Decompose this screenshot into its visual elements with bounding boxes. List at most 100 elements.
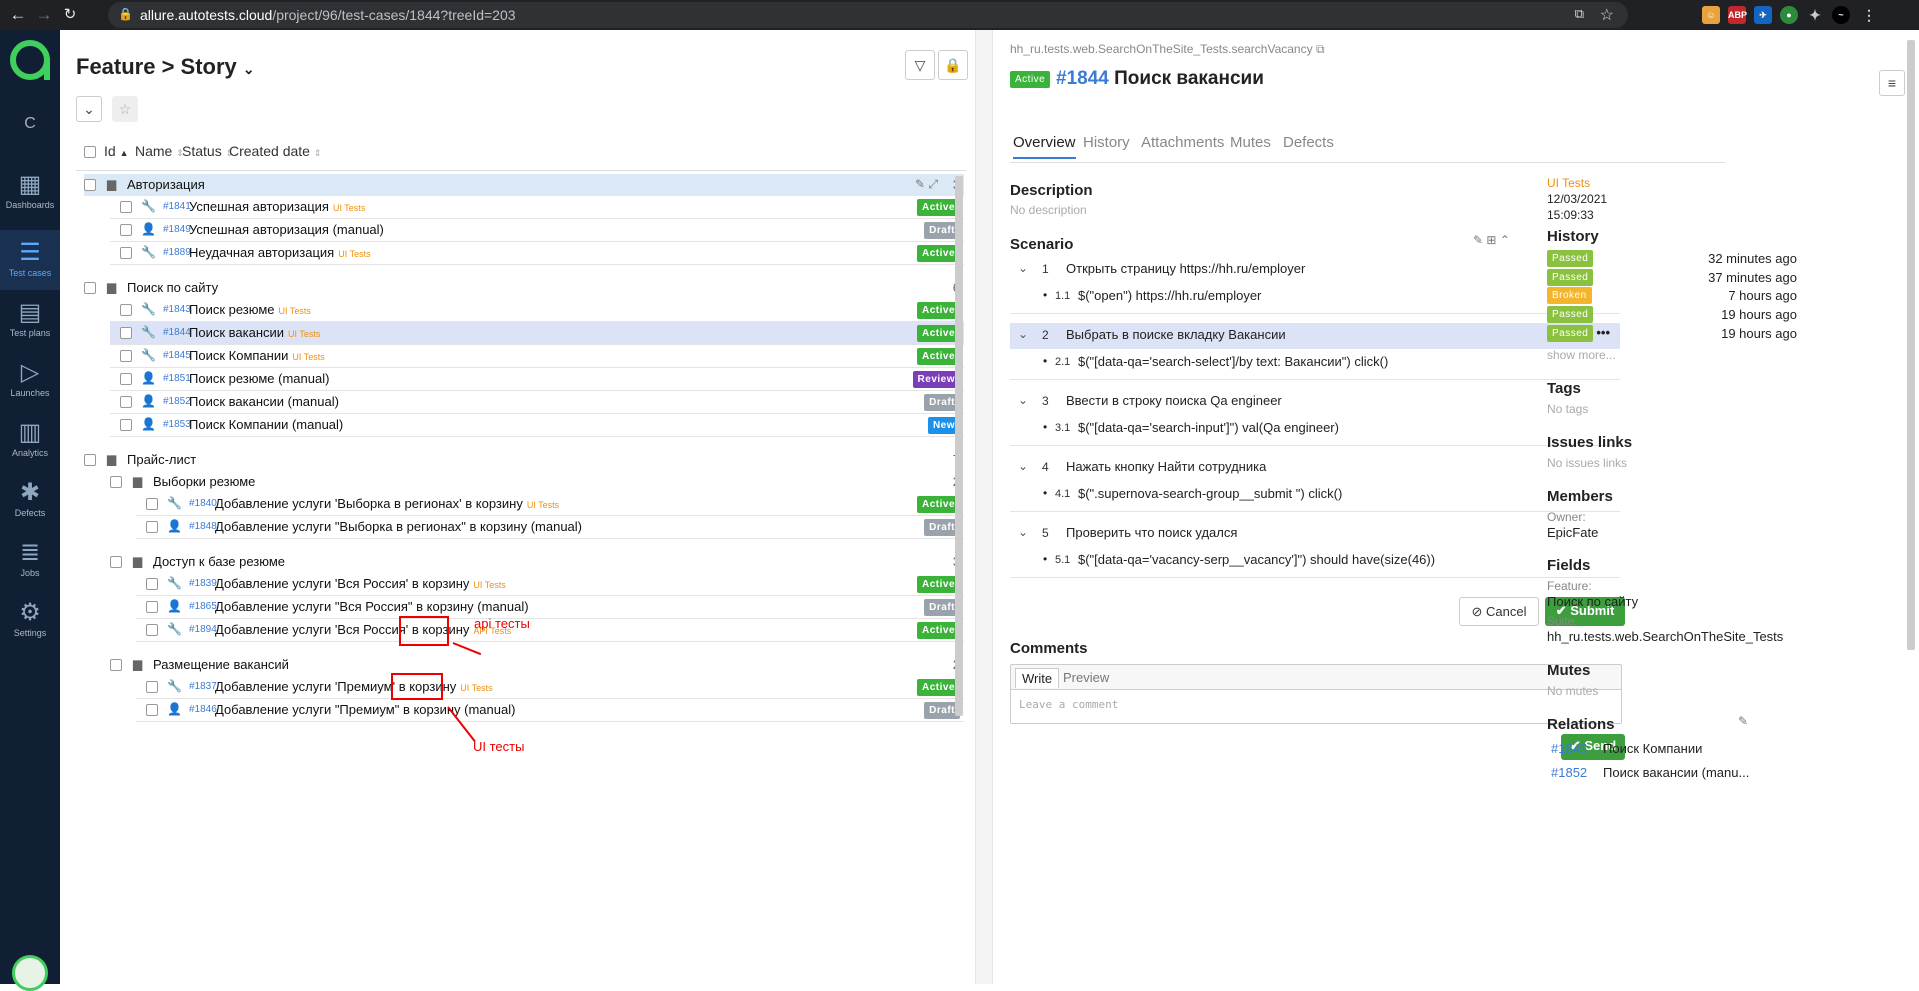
column-header-id[interactable]: Id ▲ (104, 143, 129, 159)
test-case-id[interactable]: #1845 (163, 350, 191, 361)
sidebar-item-analytics[interactable]: ▥ Analytics (0, 418, 60, 478)
panel-resizer[interactable] (975, 30, 993, 984)
comment-input[interactable]: Leave a comment (1011, 689, 1621, 723)
test-case-id[interactable]: #1865 (189, 601, 217, 612)
row-checkbox[interactable] (120, 247, 132, 259)
test-case-id[interactable]: #1853 (163, 419, 191, 430)
menu-kebab-icon[interactable]: ⋮ (1860, 6, 1878, 24)
scenario-step[interactable]: ⌄ 3 Ввести в строку поиска Qa engineer (1010, 393, 1620, 413)
chevron-up-icon[interactable]: ⌃ (1500, 233, 1510, 247)
test-case-id[interactable]: #1840 (189, 498, 217, 509)
table-row[interactable]: 🔧 #1840 Добавление услуги 'Выборка в регио… (136, 493, 964, 516)
sidebar-item-jobs[interactable]: ≣ Jobs (0, 538, 60, 598)
group-checkbox[interactable] (84, 282, 96, 294)
test-case-id[interactable]: #1889 (163, 247, 191, 258)
history-item[interactable]: Passed 32 minutes ago (1547, 249, 1797, 269)
test-case-id[interactable]: #1837 (189, 681, 217, 692)
row-checkbox[interactable] (146, 578, 158, 590)
tree-subgroup[interactable]: ▆ Выборки резюме 2 (110, 471, 964, 493)
group-checkbox[interactable] (110, 556, 122, 568)
table-row[interactable]: 👤 #1852 Поиск вакансии (manual) Draft (110, 391, 964, 414)
chevron-down-icon[interactable]: ⌄ (1018, 393, 1028, 407)
tab-overview[interactable]: Overview (1013, 134, 1076, 159)
history-item[interactable]: Passed 19 hours ago (1547, 305, 1797, 325)
reload-icon[interactable]: ↻ (60, 5, 80, 23)
scenario-substep[interactable]: • 5.1 $("[data-qa='vacancy-serp__vacancy']… (1010, 552, 1620, 578)
tab-write[interactable]: Write (1015, 668, 1060, 688)
back-icon[interactable]: ← (8, 5, 28, 25)
row-checkbox[interactable] (146, 704, 158, 716)
tab-attachments[interactable]: Attachments (1141, 134, 1224, 151)
scenario-substep[interactable]: • 3.1 $("[data-qa='search-input']") val(Qa… (1010, 420, 1620, 446)
table-row[interactable]: 🔧 #1894 Добавление услуги 'Вся Россия' в к… (136, 619, 964, 642)
user-avatar[interactable] (12, 955, 48, 991)
row-checkbox[interactable] (120, 224, 132, 236)
expand-dropdown-button[interactable]: ⌄ (76, 96, 102, 122)
chevron-down-icon[interactable]: ⌄ (1018, 327, 1028, 341)
group-checkbox[interactable] (110, 659, 122, 671)
row-checkbox[interactable] (146, 498, 158, 510)
tree-subgroup[interactable]: ▆ Размещение вакансий 2 (110, 654, 964, 676)
test-case-id[interactable]: #1843 (163, 304, 191, 315)
row-checkbox[interactable] (146, 601, 158, 613)
sidebar-item-test-cases[interactable]: ☰ Test cases (0, 230, 60, 290)
row-checkbox[interactable] (120, 396, 132, 408)
detail-scrollbar[interactable] (1907, 40, 1915, 650)
row-checkbox[interactable] (120, 350, 132, 362)
favorite-button[interactable]: ☆ (112, 96, 138, 122)
edit-icon[interactable]: ✎ (1738, 714, 1748, 728)
sidebar-item-launches[interactable]: ▷ Launches (0, 358, 60, 418)
group-checkbox[interactable] (84, 179, 96, 191)
tab-history[interactable]: History (1083, 134, 1130, 151)
row-checkbox[interactable] (120, 373, 132, 385)
row-checkbox[interactable] (120, 304, 132, 316)
columns-icon[interactable]: ⊞ (1486, 233, 1496, 247)
tree-group[interactable]: ▆ Поиск по сайту 6 (84, 277, 964, 299)
chevron-down-icon[interactable]: ⌄ (1018, 525, 1028, 539)
page-title[interactable]: Feature > Story ⌄ (76, 54, 255, 80)
table-row[interactable]: 🔧 #1841 Успешная авторизация UI Tests Active (110, 196, 964, 219)
forward-icon[interactable]: → (34, 5, 54, 25)
adblock-icon[interactable]: ABP (1728, 6, 1747, 24)
sidebar-item-dashboards[interactable]: ▦ Dashboards (0, 170, 60, 230)
show-more-link[interactable]: show more... (1547, 348, 1616, 362)
group-checkbox[interactable] (84, 454, 96, 466)
select-all-checkbox[interactable] (84, 146, 96, 158)
table-row[interactable]: 🔧 #1889 Неудачная авторизация UI Tests Activ… (110, 242, 964, 265)
relation-id[interactable]: #1845 (1551, 741, 1587, 756)
test-case-id[interactable]: #1849 (163, 224, 191, 235)
test-case-id[interactable]: #1894 (189, 624, 217, 635)
menu-button[interactable]: ≡ (1879, 70, 1905, 96)
row-checkbox[interactable] (120, 201, 132, 213)
history-item[interactable]: Broken 7 hours ago (1547, 286, 1797, 306)
scenario-step[interactable]: ⌄ 4 Нажать кнопку Найти сотрудника (1010, 459, 1620, 479)
tree-group[interactable]: ▆ Авторизация ✎ ⤢ 3 (84, 174, 964, 196)
row-checkbox[interactable] (120, 419, 132, 431)
layer-name[interactable]: UI Tests (1547, 176, 1590, 190)
history-item[interactable]: Passed 37 minutes ago (1547, 268, 1797, 288)
table-row[interactable]: 👤 #1865 Добавление услуги "Вся Россия" в к… (136, 596, 964, 619)
test-case-id[interactable]: #1848 (189, 521, 217, 532)
table-row[interactable]: 🔧 #1837 Добавление услуги 'Премиум' в корз… (136, 676, 964, 699)
column-header-created-date[interactable]: Created date ⇕ (229, 143, 321, 159)
edit-icon[interactable]: ✎ (1473, 233, 1483, 247)
row-checkbox[interactable] (146, 521, 158, 533)
scenario-step[interactable]: ⌄ 5 Проверить что поиск удался (1010, 525, 1620, 545)
table-row[interactable]: 👤 #1849 Успешная авторизация (manual) Draft (110, 219, 964, 242)
table-row[interactable]: 🔧 #1845 Поиск Компании UI Tests Active (110, 345, 964, 368)
profile-avatar[interactable]: ~ (1832, 6, 1850, 24)
tab-mutes[interactable]: Mutes (1230, 134, 1271, 151)
test-case-id[interactable]: #1844 (163, 327, 191, 338)
scenario-substep[interactable]: • 2.1 $("[data-qa='search-select']/by text… (1010, 354, 1620, 380)
table-row[interactable]: 👤 #1846 Добавление услуги "Премиум" в корз… (136, 699, 964, 722)
test-case-id[interactable]: #1851 (163, 373, 191, 384)
relation-name[interactable]: Поиск Компании (1603, 741, 1702, 756)
scenario-substep[interactable]: • 1.1 $("open") https://hh.ru/employer (1010, 288, 1620, 314)
collapse-sidebar-button[interactable]: C (0, 115, 60, 133)
group-checkbox[interactable] (110, 476, 122, 488)
scenario-step-selected[interactable]: ⌄ 2 Выбрать в поиске вкладку Вакансии ••• (1010, 323, 1620, 349)
sidebar-item-settings[interactable]: ⚙ Settings (0, 598, 60, 658)
edit-icon[interactable]: ✎ ⤢ (915, 177, 938, 192)
tree-subgroup[interactable]: ▆ Доступ к базе резюме 3 (110, 551, 964, 573)
table-row[interactable]: 🔧 #1843 Поиск резюме UI Tests Active (110, 299, 964, 322)
